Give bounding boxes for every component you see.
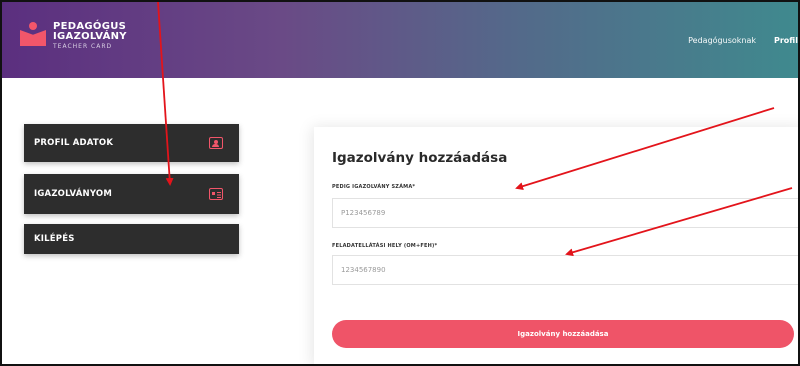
- logo-text: PEDAGÓGUS IGAZOLVÁNY TEACHER CARD: [53, 22, 127, 50]
- top-nav: Pedagógusoknak Profil: [688, 36, 798, 45]
- workplace-value: 1234567890: [341, 266, 386, 274]
- site-logo[interactable]: PEDAGÓGUS IGAZOLVÁNY TEACHER CARD: [20, 22, 127, 50]
- card-number-label: PEDIG IGAZOLVÁNY SZÁMA*: [332, 184, 416, 190]
- sidebar-item-label: PROFIL ADATOK: [34, 138, 114, 148]
- workplace-label: FELADATELLÁTÁSI HELY (OM+FEH)*: [332, 243, 438, 249]
- add-card-form: Igazolvány hozzáadása PEDIG IGAZOLVÁNY S…: [314, 127, 798, 364]
- sidebar-item-my-card[interactable]: IGAZOLVÁNYOM: [24, 174, 239, 214]
- screenshot-frame: PEDAGÓGUS IGAZOLVÁNY TEACHER CARD Pedagó…: [0, 0, 800, 366]
- add-card-button[interactable]: Igazolvány hozzáadása: [332, 320, 794, 348]
- logo-line-3: TEACHER CARD: [53, 43, 113, 50]
- sidebar-item-label: IGAZOLVÁNYOM: [34, 189, 112, 199]
- add-card-button-label: Igazolvány hozzáadása: [517, 330, 609, 338]
- sidebar-item-label: KILÉPÉS: [34, 234, 75, 244]
- id-card-icon: [209, 188, 223, 200]
- card-number-value: P123456789: [341, 209, 386, 217]
- form-title: Igazolvány hozzáadása: [332, 150, 508, 166]
- user-card-icon: [209, 137, 223, 149]
- sidebar-item-profile-data[interactable]: PROFIL ADATOK: [24, 124, 239, 162]
- card-number-input[interactable]: P123456789: [332, 198, 798, 228]
- nav-link-profile[interactable]: Profil: [774, 36, 798, 45]
- nav-link-teachers[interactable]: Pedagógusoknak: [688, 36, 756, 45]
- sidebar-item-logout[interactable]: KILÉPÉS: [24, 224, 239, 254]
- logo-icon: [20, 22, 46, 46]
- logo-line-2: IGAZOLVÁNY: [53, 31, 127, 42]
- site-header: PEDAGÓGUS IGAZOLVÁNY TEACHER CARD Pedagó…: [2, 2, 798, 78]
- workplace-input[interactable]: 1234567890: [332, 255, 798, 285]
